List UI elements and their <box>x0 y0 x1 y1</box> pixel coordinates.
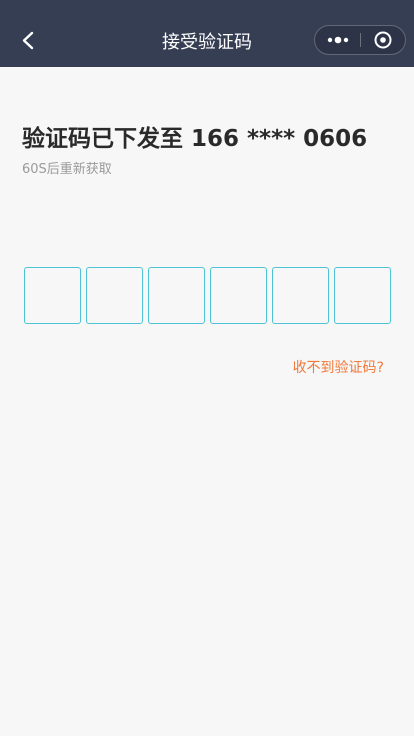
code-digit-input-5[interactable] <box>272 267 329 324</box>
more-dots-icon <box>327 36 349 44</box>
sent-to-phone-heading: 验证码已下发至 166 **** 0606 <box>22 126 368 152</box>
capsule-menu <box>314 25 406 55</box>
code-digit-input-4[interactable] <box>210 267 267 324</box>
target-circle-icon <box>374 31 392 49</box>
code-digit-input-6[interactable] <box>334 267 391 324</box>
code-digit-input-3[interactable] <box>148 267 205 324</box>
no-code-received-link[interactable]: 收不到验证码? <box>293 358 384 378</box>
close-miniprogram-button[interactable] <box>361 26 405 54</box>
code-input-group <box>24 267 391 324</box>
verification-page: 接受验证码 验证码已下发至 166 **** 0606 60S后重新获取 收不到… <box>0 0 414 736</box>
code-digit-input-1[interactable] <box>24 267 81 324</box>
resend-countdown: 60S后重新获取 <box>22 162 112 177</box>
navigation-bar: 接受验证码 <box>0 0 414 67</box>
more-button[interactable] <box>315 26 361 54</box>
code-digit-input-2[interactable] <box>86 267 143 324</box>
